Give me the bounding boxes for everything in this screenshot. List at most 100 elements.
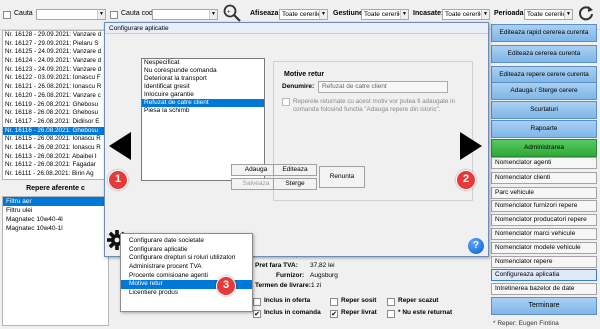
badge-1: 1 [108,170,128,190]
afiseaza-select[interactable]: Toate cererile ▼ [279,9,328,20]
help-icon[interactable]: ? [468,238,484,254]
terminare-button[interactable]: Terminare [491,297,597,315]
cauta-input[interactable]: ▼ [36,9,106,20]
perioada-select[interactable]: Toate cererile ▼ [524,9,573,20]
request-list-item[interactable]: Nr. 16127 - 29.09.2021: Pielaru S [3,40,108,49]
nomenclator-button[interactable]: Intretinerea bazelor de date [491,283,597,295]
request-list-item[interactable]: Nr. 16122 - 03.09.2021: Ionascu F [3,74,108,83]
badge-3: 3 [216,276,236,296]
reason-list-item[interactable]: Identificat gresit [142,83,264,91]
istoric-checkbox[interactable] [282,98,290,106]
menu-item[interactable]: Configurare date societate [121,237,252,246]
nomenclator-button[interactable]: Nomenclator clienti [491,172,597,184]
denumire-input[interactable]: Refuzat de catre client [318,81,448,93]
nomenclator-button[interactable]: Nomenclator marci vehicule [491,228,597,240]
reasons-list[interactable]: Nespecificat Nu corespunde comanda Deterio… [141,58,265,181]
administrarea-button[interactable]: Administrarea [491,139,597,157]
gestiune-select[interactable]: Toate cererile ▼ [361,9,409,20]
furnizor-value: Augsburg [310,272,338,279]
incasate-label: Incasate: [413,10,444,17]
request-list-item[interactable]: Nr. 16124 - 24.09.2021: Vanzare d [3,57,108,66]
repere-title: Repere aferente c [26,185,85,192]
nomenclator-button[interactable]: Configureaza aplicatia [491,269,597,281]
request-list-item[interactable]: Nr. 16111 - 26.08.2021: Birin Ag [3,179,108,180]
requests-list[interactable]: Nr. 16128 - 29.09.2021: Vanzare d Nr. 161… [2,30,109,180]
renunta-button[interactable]: Renunta [319,166,365,188]
repere-list-item[interactable]: Filtru ulei [3,206,108,215]
edit-cerere-button[interactable]: Editeaza cererea curenta [491,45,597,63]
inclus-oferta-label: Inclus in oferta [264,297,311,304]
termen-value: 1 zi [311,282,322,289]
reason-list-item[interactable]: Deteriorat la transport [142,75,264,83]
cauta-cod-checkbox[interactable] [110,11,118,19]
request-list-item[interactable]: Nr. 16123 - 24.09.2021: Vanzare d [3,66,108,75]
perioada-value: Toate cererile [527,11,567,18]
incasate-value: Toate cererile [445,11,485,18]
reper-sosit-checkbox[interactable] [330,298,338,306]
request-list-item[interactable]: Nr. 16116 - 26.08.2021: Ghebosu [3,126,108,136]
reason-list-item[interactable]: Inlocuire garantie [142,91,264,99]
settings-menu: Configurare date societate Configurare ap… [120,233,253,312]
request-list-item[interactable]: Nr. 16113 - 26.08.2021: Abaibei I [3,153,108,162]
sterge-button[interactable]: Sterge [273,178,317,190]
nomenclator-button[interactable]: Nomenclator furnizori repere [491,200,597,212]
cauta-cod-label: Cauta cod [121,10,153,17]
cauta-checkbox[interactable] [3,11,11,19]
reper-livrat-checkbox[interactable]: ✔ [330,310,338,318]
perioada-label: Perioada: [494,10,526,17]
nomenclator-button[interactable]: Nomenclator agenti [491,157,597,169]
reason-list-item[interactable]: Nu corespunde comanda [142,67,264,75]
menu-item[interactable]: Configurare drepturi si roluri utilizato… [121,254,252,263]
request-list-item[interactable]: Nr. 16115 - 26.08.2021: Ionascu R [3,135,108,144]
adauga-sterge-button[interactable]: Adauga / Sterge cerere [491,82,597,100]
furnizor-label: Furnizor: [276,272,305,279]
request-list-item[interactable]: Nr. 16121 - 26.08.2021: Ionascu R [3,83,108,92]
afiseaza-label: Afiseaza: [250,10,281,17]
reper-scazut-checkbox[interactable] [387,298,395,306]
reper-sosit-label: Reper sosit [341,297,377,304]
inclus-oferta-checkbox[interactable] [253,298,261,306]
request-list-item[interactable]: Nr. 16117 - 26.08.2021: Didilsor E [3,118,108,127]
repere-list-item[interactable]: Filtru aer [3,197,108,206]
nomenclator-button[interactable]: Parc vehicule [491,187,597,199]
request-list-item[interactable]: Nr. 16112 - 26.08.2021: Fagadar [3,161,108,170]
reason-list-item[interactable]: Nespecificat [142,59,264,67]
cauta-cod-input[interactable]: ▼ [152,9,218,20]
nu-returnat-checkbox[interactable] [387,310,395,318]
nomenclator-button[interactable]: Nomenclator producatori repere [491,214,597,226]
group-title: Motive retur [284,71,325,78]
reason-list-item[interactable]: Refuzat de catre client [142,99,264,107]
incasate-select[interactable]: Toate cererile ▼ [442,9,490,20]
search-icon[interactable]: + [222,3,242,23]
inclus-comanda-checkbox[interactable]: ✔ [253,310,261,318]
reper-livrat-label: Reper livrat [341,309,377,316]
reason-list-item[interactable]: Piesa la schimb [142,107,264,115]
menu-item[interactable]: Configurare aplicatie [121,246,252,255]
request-list-item[interactable]: Nr. 16119 - 26.08.2021: Ghebosu [3,101,108,110]
footer-text: * Reper: Eugen Fintina [493,320,559,327]
request-list-item[interactable]: Nr. 16118 - 26.08.2021: Ghebosu [3,109,108,118]
dialog-title: Configurare aplicatie [105,23,488,34]
edit-rapid-button[interactable]: Editeaza rapid cererea curenta [491,24,597,42]
repere-list-item[interactable]: Magnatec 10w40-1l [3,224,108,233]
denumire-label: Denumire: [282,83,315,90]
afiseaza-value: Toate cererile [282,11,322,18]
pret-fara-tva-value: 37,82 lei [310,262,335,269]
repere-list-item[interactable]: Magnatec 10w40-4l [3,215,108,224]
nomenclator-button[interactable]: Nomenclator repere [491,256,597,268]
refresh-icon[interactable] [577,4,595,22]
editeaza-button[interactable]: Editeaza [273,164,317,176]
gestiune-value: Toate cererile [364,11,404,18]
arrow-right-icon [460,132,482,160]
request-list-item[interactable]: Nr. 16120 - 26.08.2021: Vanzare c [3,92,108,101]
repere-list[interactable]: Filtru aer Filtru ulei Magnatec 10w40-4l Ma… [2,196,109,326]
request-list-item[interactable]: Nr. 16125 - 24.09.2021: Vanzare d [3,48,108,57]
request-list-item[interactable]: Nr. 16114 - 26.08.2021: Ionascu R [3,144,108,153]
request-list-item[interactable]: Nr. 16128 - 29.09.2021: Vanzare d [3,31,108,40]
nomenclator-button[interactable]: Nomenclator modele vehicule [491,242,597,254]
scurtaturi-button[interactable]: Scurtaturi [491,101,597,119]
rapoarte-button[interactable]: Rapoarte [491,120,597,138]
badge-2: 2 [456,170,476,190]
menu-item[interactable]: Administrare procent TVA [121,263,252,272]
request-list-item[interactable]: Nr. 16111 - 26.08.2021: Birin Ag [3,170,108,179]
